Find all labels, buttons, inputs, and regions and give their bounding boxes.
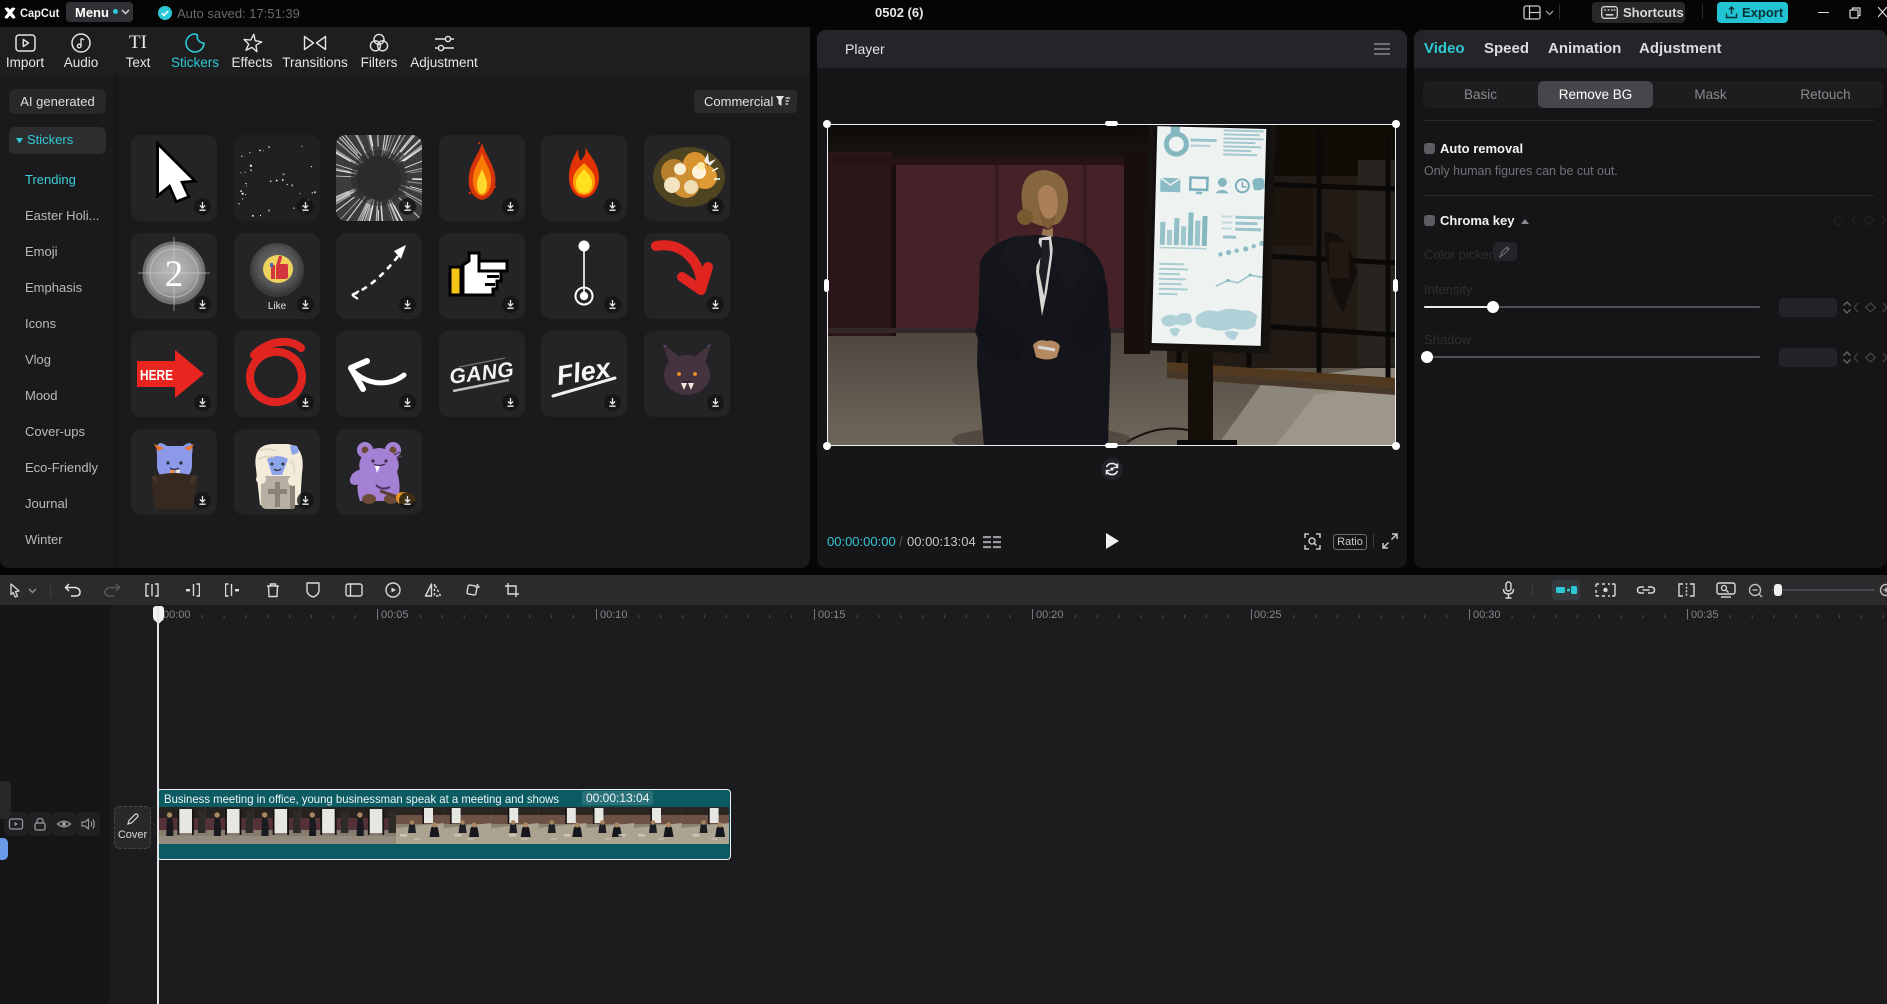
svg-text:HERE: HERE: [140, 367, 173, 384]
svg-text:Flex: Flex: [555, 353, 614, 391]
svg-text:2: 2: [165, 254, 184, 295]
svg-text:Like: Like: [267, 301, 286, 312]
